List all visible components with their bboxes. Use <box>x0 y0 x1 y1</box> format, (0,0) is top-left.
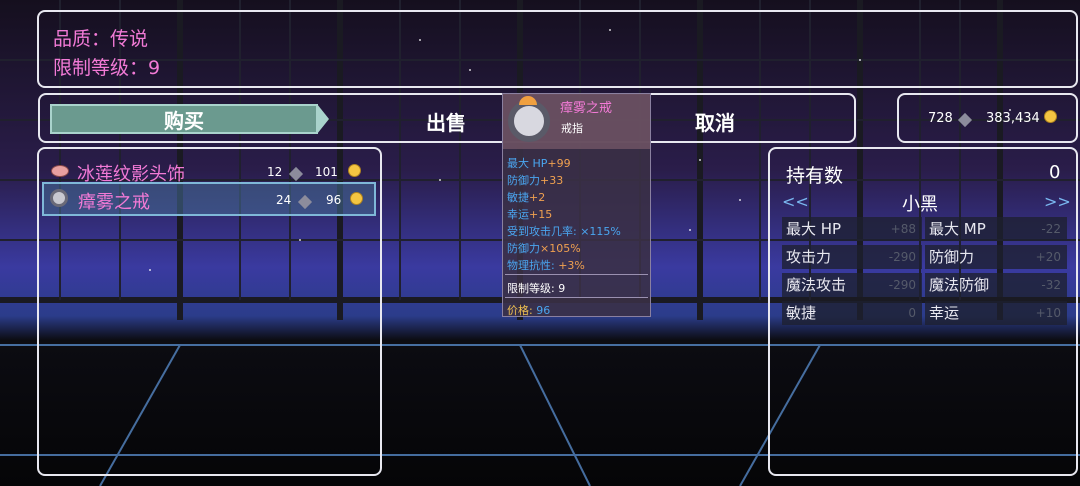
stat-label: 敏捷 <box>786 304 817 322</box>
tooltip-item-name: 瘴雾之戒 <box>560 101 613 116</box>
tooltip-price: 价格: 96 <box>507 304 551 317</box>
tooltip-stat-line: 防御力×105% <box>507 242 581 255</box>
character-stats-panel: 持有数 0 << 小黑 >> 最大 HP +88 最大 MP -22 攻击力 -… <box>768 147 1078 476</box>
cancel-button[interactable]: 取消 <box>695 107 735 136</box>
item-gold-price: 96 <box>326 193 342 207</box>
stat-value: -32 <box>1041 278 1061 292</box>
divider <box>505 297 648 298</box>
stat-value: +20 <box>1035 250 1061 264</box>
stat-label: 魔法防御 <box>929 276 990 294</box>
list-item-selected[interactable]: 瘴雾之戒 24 96 <box>42 182 376 216</box>
headpiece-icon <box>51 165 69 177</box>
tooltip-stat-line: 受到攻击几率: ×115% <box>507 225 621 238</box>
owned-value: 0 <box>1049 162 1061 183</box>
quality-label: 品质：传说 <box>53 28 149 50</box>
level-limit-label: 限制等级：9 <box>53 57 161 79</box>
stat-cell: 魔法攻击 -290 <box>782 273 922 297</box>
stat-label: 最大 HP <box>786 220 842 238</box>
stat-cell: 防御力 +20 <box>925 245 1067 269</box>
prev-character-button[interactable]: << <box>782 192 809 211</box>
ring-icon <box>50 189 68 207</box>
item-tooltip: 瘴雾之戒 戒指 最大 HP+99 防御力+33 敏捷+2 幸运+15 受到攻击几… <box>502 93 651 317</box>
gold-coin-icon <box>348 164 361 177</box>
item-gold-price: 101 <box>315 165 338 179</box>
owned-label: 持有数 <box>786 165 844 187</box>
stat-value: -290 <box>888 278 916 292</box>
tooltip-stat-line: 物理抗性: +3% <box>507 259 585 272</box>
gem-count: 728 <box>928 111 953 126</box>
stat-value: +88 <box>890 222 916 236</box>
gold-count: 383,434 <box>986 111 1040 126</box>
stat-label: 魔法攻击 <box>786 276 847 294</box>
stat-label: 幸运 <box>929 304 960 322</box>
tooltip-stat-line: 幸运+15 <box>507 208 553 221</box>
stat-cell: 攻击力 -290 <box>782 245 922 269</box>
gem-icon <box>297 194 313 210</box>
stat-label: 攻击力 <box>786 248 832 266</box>
tooltip-item-type: 戒指 <box>561 122 583 135</box>
stat-cell: 敏捷 0 <box>782 301 922 325</box>
currency-panel: 728 383,434 <box>897 93 1078 143</box>
divider <box>505 274 648 275</box>
item-name: 瘴雾之戒 <box>78 192 150 213</box>
stat-label: 最大 MP <box>929 220 986 238</box>
gem-icon <box>288 166 304 182</box>
buy-arrow-icon <box>317 104 329 134</box>
buy-button-label: 购买 <box>164 108 204 133</box>
sell-button[interactable]: 出售 <box>426 107 466 136</box>
ring-icon <box>508 100 550 142</box>
gold-coin-icon <box>350 192 363 205</box>
stat-value: -22 <box>1041 222 1061 236</box>
list-item[interactable]: 冰莲纹影头饰 12 101 <box>45 159 373 185</box>
item-gem-price: 12 <box>267 165 283 179</box>
item-gem-price: 24 <box>276 193 292 207</box>
stat-value: +10 <box>1035 306 1061 320</box>
tooltip-stat-line: 防御力+33 <box>507 174 564 187</box>
shop-item-list: 冰莲纹影头饰 12 101 瘴雾之戒 24 96 <box>37 147 382 476</box>
tooltip-stat-line: 敏捷+2 <box>507 191 546 204</box>
stat-cell: 幸运 +10 <box>925 301 1067 325</box>
action-bar: 购买 出售 取消 <box>38 93 856 143</box>
buy-button[interactable]: 购买 <box>50 104 318 134</box>
next-character-button[interactable]: >> <box>1044 192 1071 211</box>
stat-cell: 最大 MP -22 <box>925 217 1067 241</box>
stat-value: 0 <box>908 306 916 320</box>
gem-icon <box>957 112 973 128</box>
item-info-panel: 品质：传说 限制等级：9 <box>37 10 1078 88</box>
gold-coin-icon <box>1044 110 1057 123</box>
tooltip-level-limit: 限制等级: 9 <box>507 282 566 295</box>
stat-cell: 最大 HP +88 <box>782 217 922 241</box>
tooltip-stat-line: 最大 HP+99 <box>507 157 571 170</box>
stat-cell: 魔法防御 -32 <box>925 273 1067 297</box>
character-name: 小黑 <box>902 194 938 215</box>
stat-value: -290 <box>888 250 916 264</box>
stat-label: 防御力 <box>929 248 975 266</box>
